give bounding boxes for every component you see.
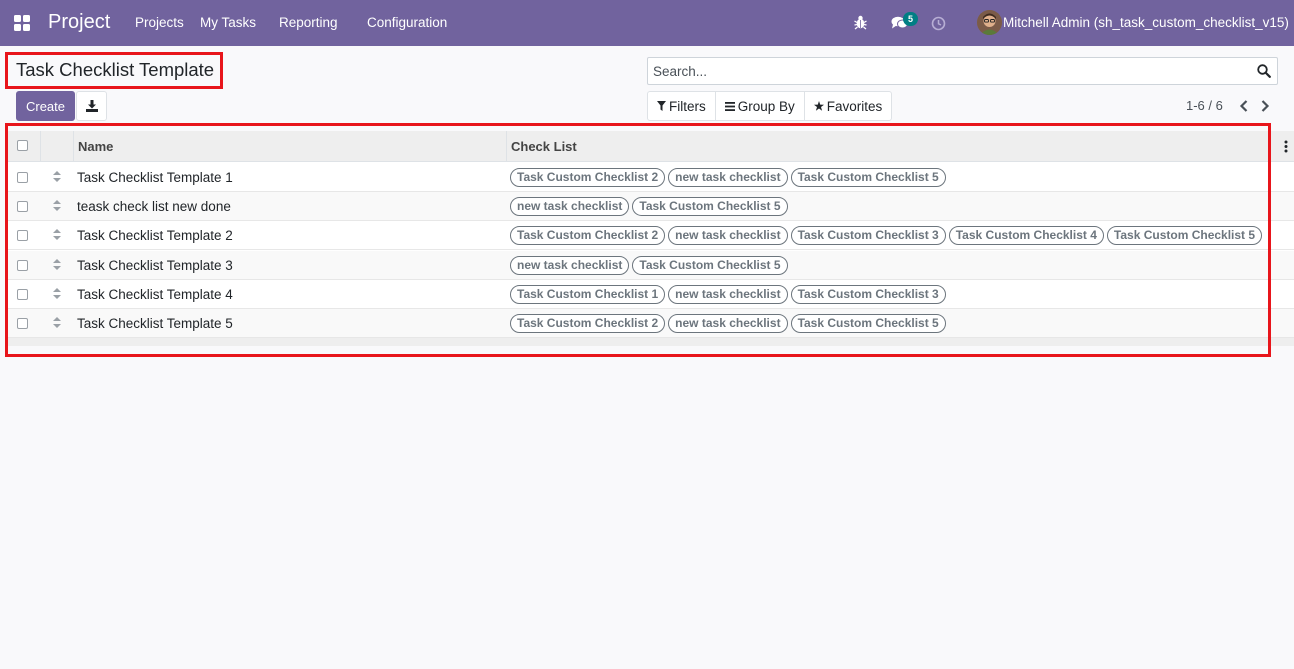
user-avatar[interactable] — [977, 10, 1002, 35]
user-menu[interactable]: Mitchell Admin (sh_task_custom_checklist… — [1003, 15, 1289, 30]
star-icon — [813, 101, 824, 111]
optional-columns-icon[interactable] — [1284, 140, 1288, 153]
search-input[interactable] — [648, 58, 1248, 84]
favorites-label: Favorites — [826, 98, 883, 114]
top-navbar: Project Projects My Tasks Reporting Conf… — [0, 0, 1294, 46]
bug-icon[interactable] — [854, 14, 867, 30]
search-icon[interactable] — [1257, 64, 1271, 78]
filter-icon — [657, 101, 666, 111]
search-options: Filters Group By Favorites — [647, 91, 893, 121]
search-bar — [647, 57, 1278, 85]
clock-icon[interactable] — [931, 16, 946, 31]
menu-reporting[interactable]: Reporting — [279, 15, 338, 30]
export-button[interactable] — [76, 91, 107, 121]
table-highlight-box — [5, 123, 1271, 357]
app-brand[interactable]: Project — [48, 11, 110, 34]
apps-grid-icon[interactable] — [14, 15, 31, 32]
menu-configuration[interactable]: Configuration — [367, 15, 447, 30]
groupby-toggle[interactable]: Group By — [716, 92, 805, 120]
pager-value[interactable]: 1-6 / 6 — [1186, 98, 1223, 113]
messages-count-badge: 5 — [903, 12, 918, 26]
title-highlight-box — [5, 52, 223, 89]
filters-toggle[interactable]: Filters — [648, 92, 716, 120]
download-icon — [86, 100, 98, 112]
list-icon — [724, 101, 735, 111]
menu-my-tasks[interactable]: My Tasks — [200, 15, 256, 30]
create-button[interactable]: Create — [16, 91, 75, 121]
filters-label: Filters — [669, 98, 706, 114]
groupby-label: Group By — [737, 98, 795, 114]
favorites-toggle[interactable]: Favorites — [805, 92, 892, 120]
chevron-right-icon[interactable] — [1260, 100, 1270, 112]
chevron-left-icon[interactable] — [1239, 100, 1249, 112]
menu-projects[interactable]: Projects — [135, 15, 184, 30]
